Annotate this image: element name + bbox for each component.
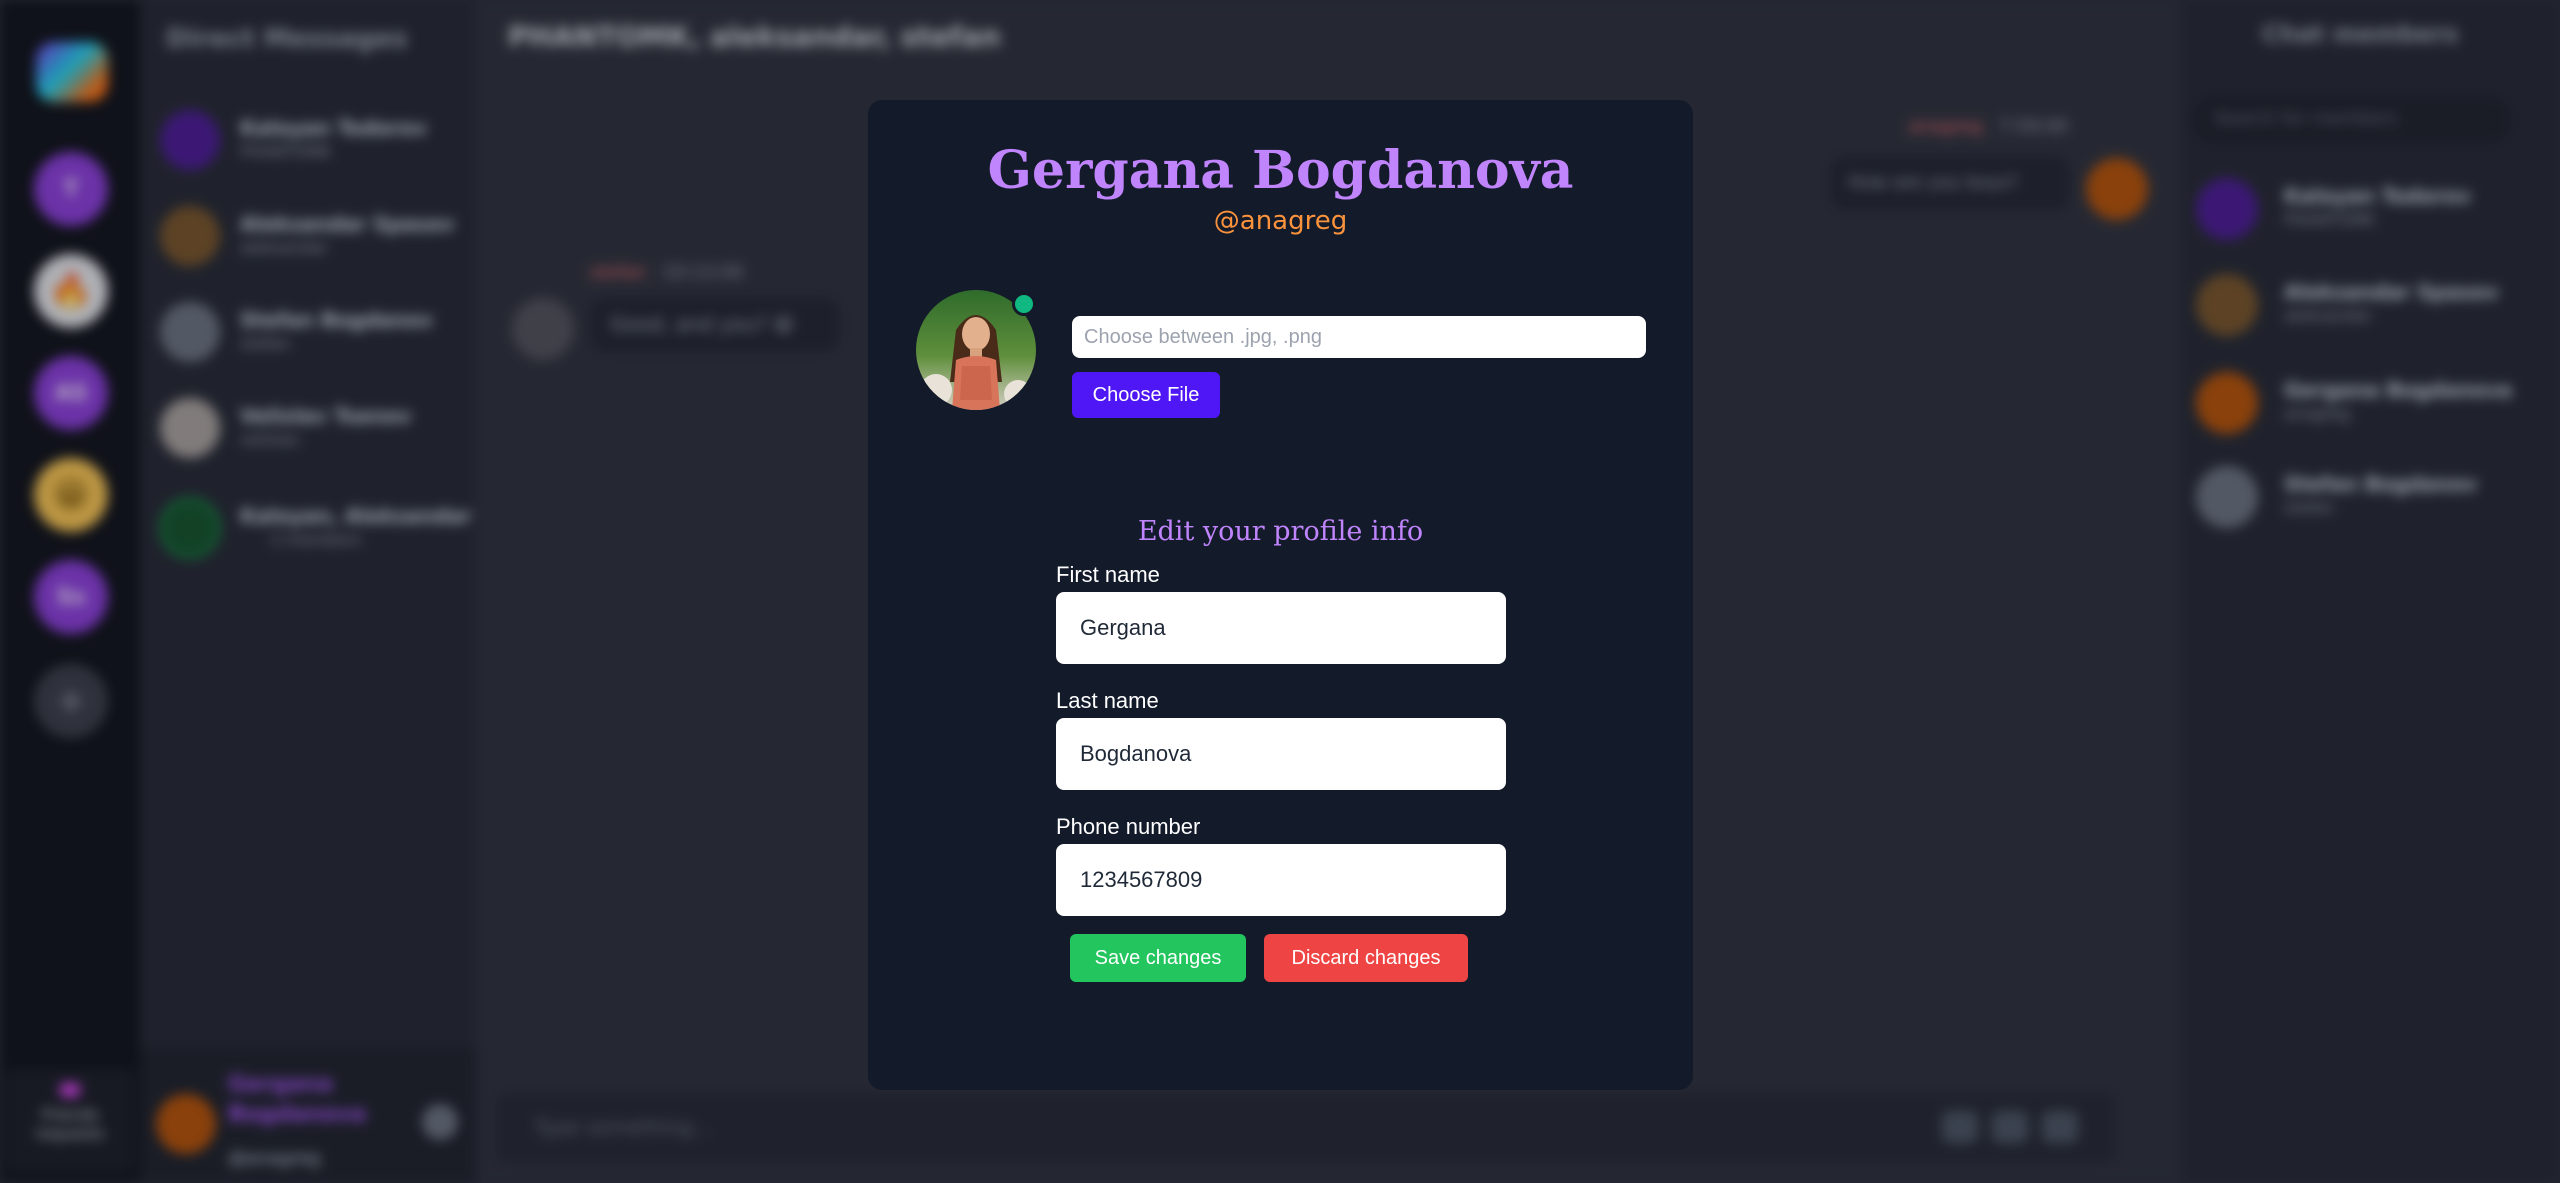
save-changes-button[interactable]: Save changes — [1070, 934, 1246, 982]
profile-handle: @anagreg — [1213, 206, 1348, 236]
first-name-label: First name — [1056, 562, 1160, 587]
last-name-field[interactable] — [1056, 718, 1506, 790]
profile-modal: Gergana Bogdanova @anagreg Choose betwee… — [868, 100, 1693, 1090]
profile-full-name: Gergana Bogdanova — [987, 140, 1574, 201]
edit-profile-title: Edit your profile info — [1137, 516, 1424, 547]
online-status-icon — [1012, 292, 1036, 316]
phone-number-field[interactable] — [1056, 844, 1506, 916]
discard-changes-button[interactable]: Discard changes — [1264, 934, 1468, 982]
last-name-label: Last name — [1056, 688, 1159, 713]
avatar-file-input[interactable] — [1072, 316, 1646, 358]
phone-number-label: Phone number — [1056, 814, 1201, 839]
first-name-field[interactable] — [1056, 592, 1506, 664]
choose-file-button[interactable]: Choose File — [1072, 372, 1220, 418]
profile-avatar[interactable] — [916, 290, 1036, 410]
